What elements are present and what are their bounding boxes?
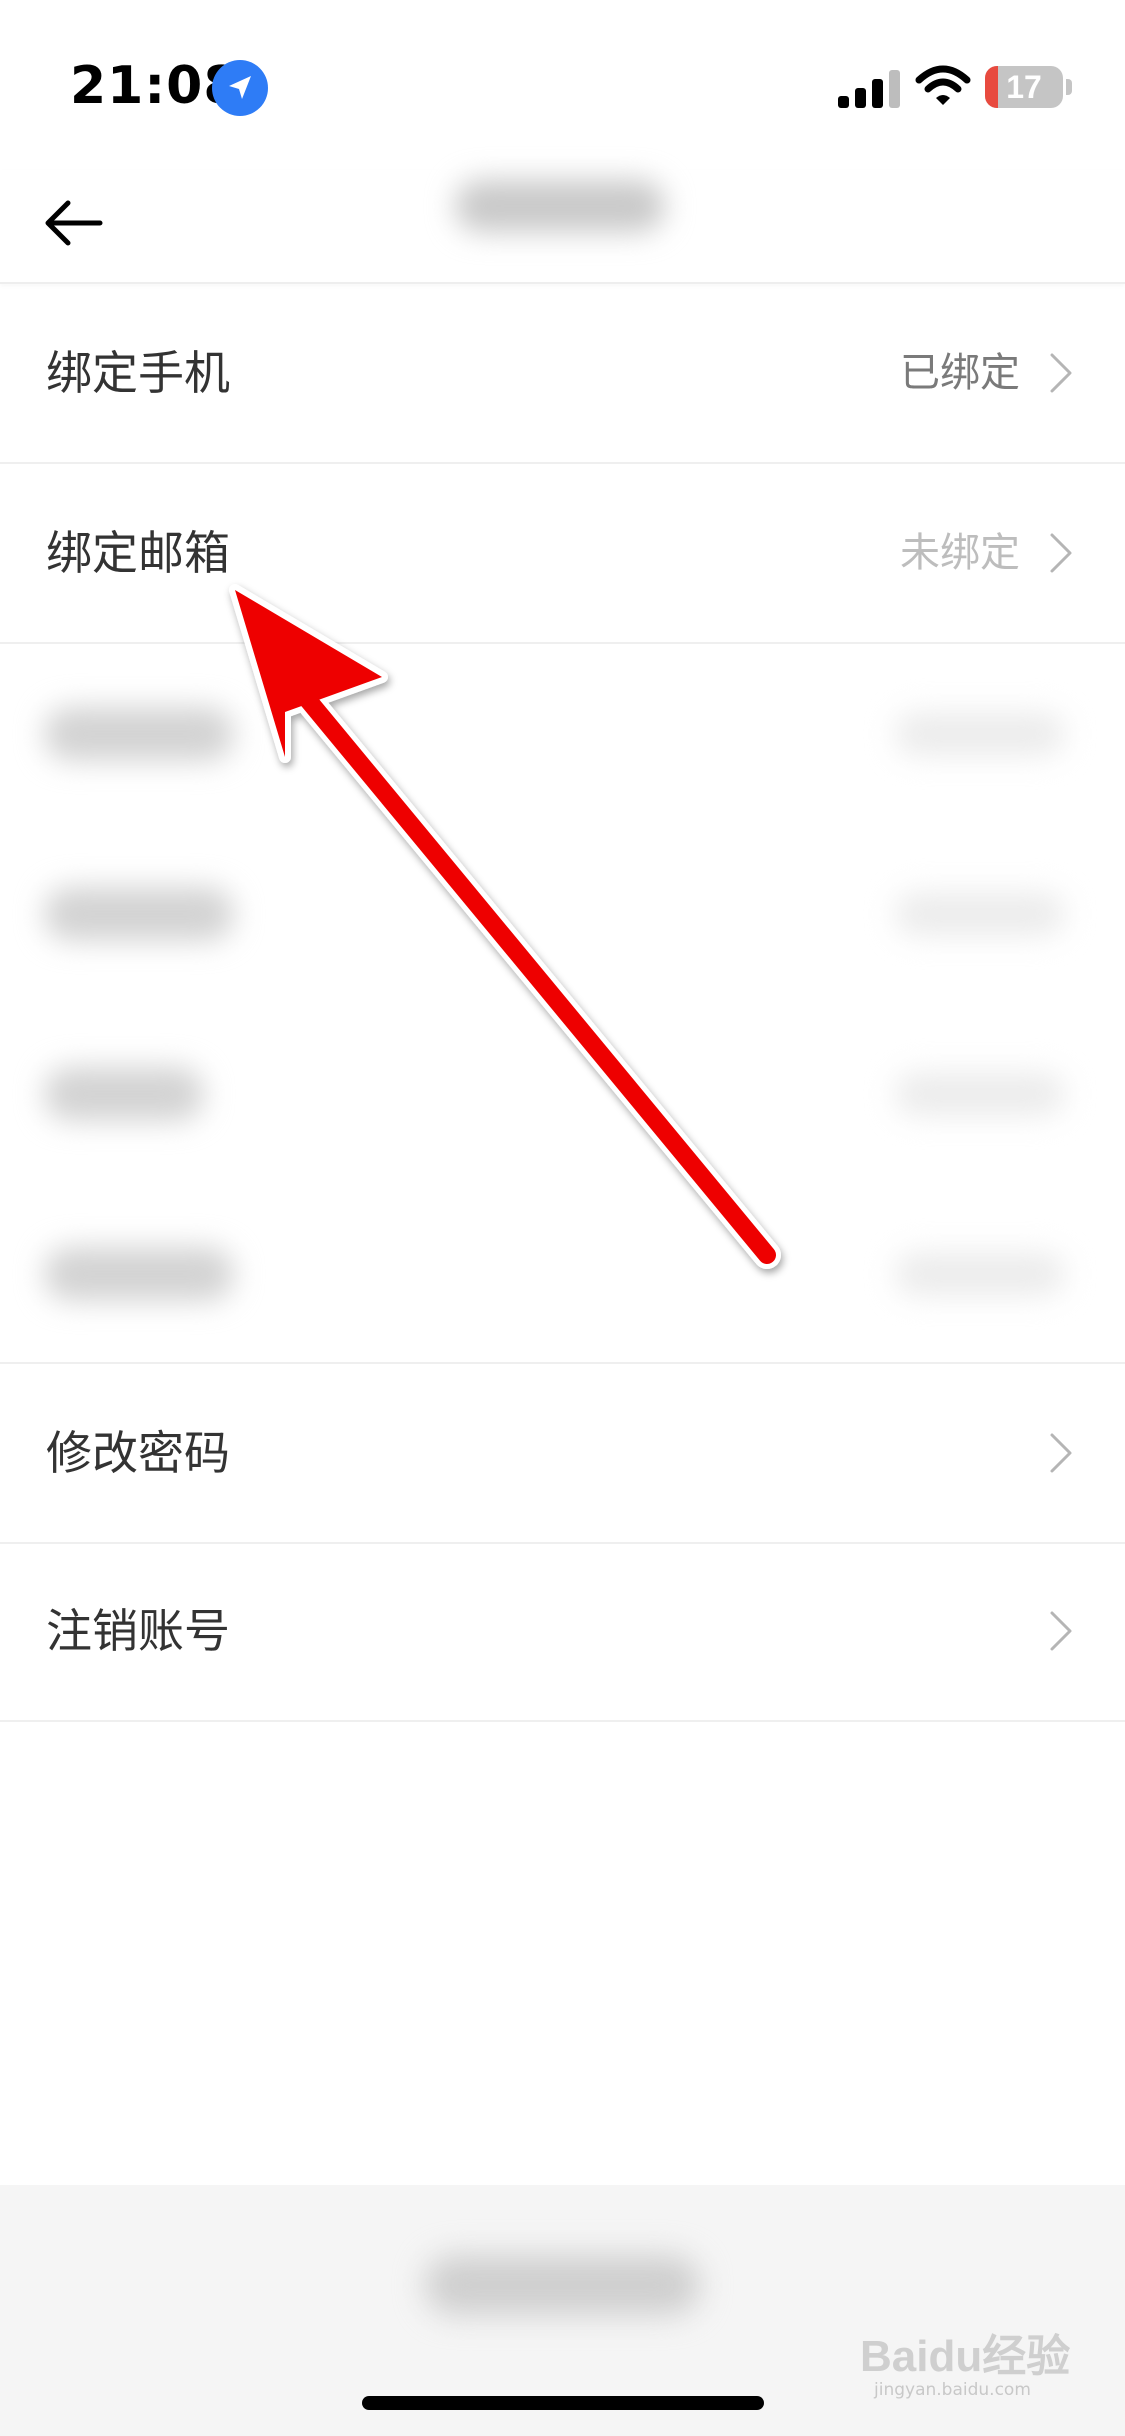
change-password-label: 修改密码: [46, 1426, 230, 1480]
chevron-right-icon: [1049, 352, 1073, 394]
blurred-row[interactable]: [0, 824, 1125, 1004]
blurred-row[interactable]: [0, 1004, 1125, 1184]
baidu-watermark-url: jingyan.baidu.com: [874, 2380, 1031, 2400]
chevron-right-icon: [1049, 1432, 1073, 1474]
bind-email-label: 绑定邮箱: [46, 526, 230, 580]
blurred-value: [895, 892, 1065, 936]
blurred-row[interactable]: [0, 1184, 1125, 1364]
status-bar: 21:08 17: [0, 0, 1125, 170]
blurred-value: [895, 1252, 1065, 1296]
bind-phone-row[interactable]: 绑定手机 已绑定: [0, 284, 1125, 464]
battery-icon: 17: [985, 66, 1063, 108]
blurred-row[interactable]: [0, 644, 1125, 824]
blurred-label: [44, 887, 234, 941]
blurred-label: [44, 707, 234, 761]
bind-phone-label: 绑定手机: [46, 346, 230, 400]
bind-email-status: 未绑定: [900, 530, 1020, 576]
chevron-right-icon: [1049, 1610, 1073, 1652]
back-arrow-icon[interactable]: [40, 188, 110, 258]
blurred-value: [895, 1072, 1065, 1116]
blurred-value: [895, 712, 1065, 756]
chevron-right-icon: [1049, 532, 1073, 574]
bottom-button-blurred[interactable]: [425, 2255, 700, 2315]
deactivate-account-row[interactable]: 注销账号: [0, 1542, 1125, 1722]
battery-level: 17: [1006, 69, 1042, 105]
blurred-label: [44, 1247, 234, 1301]
bind-phone-status: 已绑定: [900, 350, 1020, 396]
bind-email-row[interactable]: 绑定邮箱 未绑定: [0, 464, 1125, 644]
location-arrow-icon: [212, 60, 268, 116]
deactivate-account-label: 注销账号: [46, 1604, 230, 1658]
home-indicator[interactable]: [362, 2396, 764, 2410]
battery-cap: [1066, 79, 1072, 95]
cellular-signal-icon: [838, 68, 900, 108]
blurred-label: [44, 1067, 204, 1121]
wifi-icon: [915, 64, 971, 108]
change-password-row[interactable]: 修改密码: [0, 1362, 1125, 1544]
page-title-blurred: [455, 180, 665, 232]
baidu-watermark: Baidu经验: [860, 2332, 1071, 2381]
